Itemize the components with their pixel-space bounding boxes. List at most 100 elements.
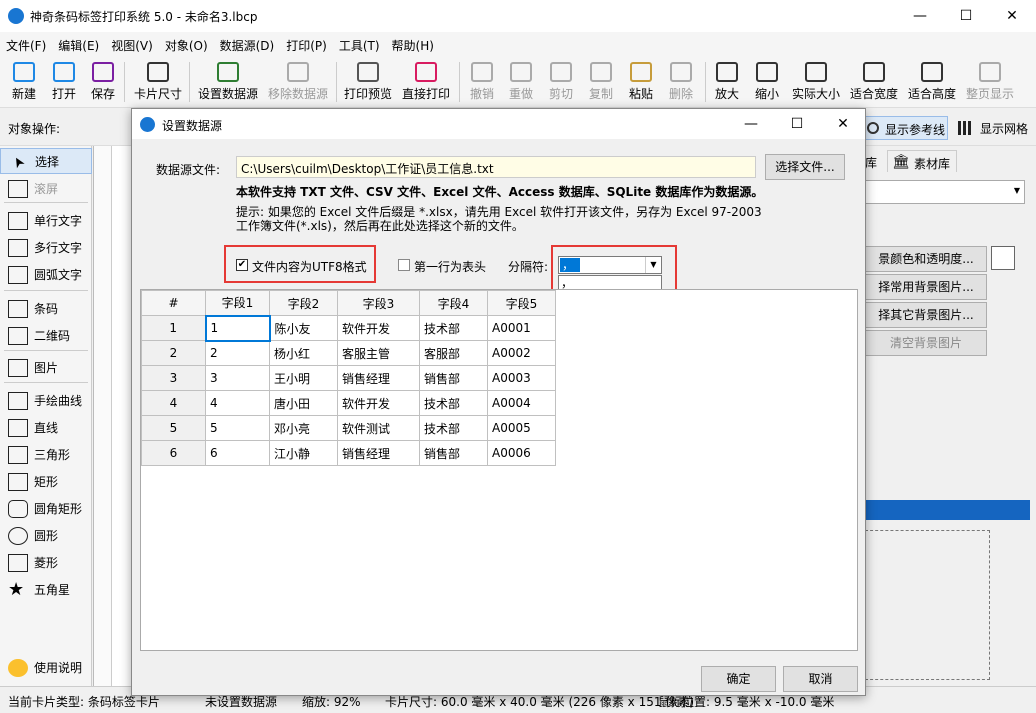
- utf8-checkbox[interactable]: ✔: [236, 259, 248, 271]
- tool-hand[interactable]: 滚屏: [0, 176, 92, 202]
- minimize-button[interactable]: —: [897, 0, 943, 32]
- menu-item[interactable]: 视图(V): [105, 32, 159, 59]
- table-row[interactable]: 5 5 邓小亮 软件测试 技术部 A0005: [141, 415, 556, 441]
- table-cell[interactable]: 6: [205, 440, 270, 466]
- toolbar-undo-button[interactable]: 撤销: [468, 60, 496, 106]
- tool-line[interactable]: 直线: [0, 415, 92, 441]
- library-tab[interactable]: 库: [865, 150, 885, 172]
- other-background-button[interactable]: 择其它背景图片...: [865, 302, 987, 328]
- table-cell[interactable]: 2: [205, 340, 270, 366]
- menu-item[interactable]: 打印(P): [280, 32, 333, 59]
- table-cell[interactable]: 技术部: [419, 315, 488, 341]
- table-cell[interactable]: 邓小亮: [269, 415, 338, 441]
- tool-barcode[interactable]: 条码: [0, 296, 92, 322]
- tool-rect[interactable]: 矩形: [0, 469, 92, 495]
- toolbar-delete-button[interactable]: 删除: [667, 60, 695, 106]
- table-cell[interactable]: 5: [205, 415, 270, 441]
- toolbar-cut-button[interactable]: 剪切: [547, 60, 575, 106]
- material-library-tab[interactable]: 🏛 素材库: [887, 150, 957, 172]
- toolbar-zoom-in-button[interactable]: 放大: [713, 60, 741, 106]
- tool-triangle[interactable]: 三角形: [0, 442, 92, 468]
- tool-image[interactable]: 图片: [0, 355, 92, 381]
- table-cell[interactable]: 江小静: [269, 440, 338, 466]
- toolbar-fit-width-button[interactable]: 适合宽度: [849, 60, 899, 106]
- table-cell[interactable]: 3: [205, 365, 270, 391]
- maximize-button[interactable]: ☐: [943, 0, 989, 32]
- toolbar-print-preview-button[interactable]: 打印预览: [343, 60, 393, 106]
- tool-pen[interactable]: 手绘曲线: [0, 388, 92, 414]
- column-header[interactable]: 字段4: [419, 290, 488, 316]
- table-cell[interactable]: 1: [204, 314, 271, 342]
- table-cell[interactable]: 陈小友: [269, 315, 338, 341]
- toolbar-fit-height-button[interactable]: 适合高度: [907, 60, 957, 106]
- first-row-header-checkbox[interactable]: [398, 259, 410, 271]
- menu-item[interactable]: 编辑(E): [52, 32, 105, 59]
- table-row[interactable]: 1 1 陈小友 软件开发 技术部 A0001: [141, 314, 556, 342]
- toolbar-paste-button[interactable]: 粘贴: [627, 60, 655, 106]
- data-preview-grid[interactable]: # 字段1 字段2 字段3 字段4 字段5 1 1 陈小友 软件开发 技术部 A0001 2 2 杨小红 客服…: [140, 289, 858, 651]
- table-cell[interactable]: 销售部: [419, 365, 488, 391]
- tool-star[interactable]: ★ 五角星: [0, 577, 92, 603]
- table-cell[interactable]: 客服部: [419, 340, 488, 366]
- toolbar-copy-button[interactable]: 复制: [587, 60, 615, 106]
- menu-item[interactable]: 对象(O): [159, 32, 214, 59]
- toolbar-redo-button[interactable]: 重做: [507, 60, 535, 106]
- tool-circle[interactable]: 圆形: [0, 523, 92, 549]
- cancel-button[interactable]: 取消: [783, 666, 858, 692]
- column-header[interactable]: #: [141, 290, 206, 316]
- table-cell[interactable]: 杨小红: [269, 340, 338, 366]
- menu-item[interactable]: 文件(F): [0, 32, 52, 59]
- toolbar-fit-page-button[interactable]: 整页显示: [965, 60, 1015, 106]
- table-cell[interactable]: A0002: [487, 340, 556, 366]
- show-grid-button[interactable]: 显示网格: [954, 116, 1034, 140]
- show-guides-button[interactable]: 显示参考线: [860, 116, 948, 140]
- table-cell[interactable]: 技术部: [419, 390, 488, 416]
- table-cell[interactable]: 4: [205, 390, 270, 416]
- separator-select[interactable]: ， ▼: [558, 256, 662, 274]
- background-color-button[interactable]: 景颜色和透明度...: [865, 246, 987, 272]
- table-cell[interactable]: A0001: [487, 315, 556, 341]
- tool-diamond[interactable]: 菱形: [0, 550, 92, 576]
- table-row[interactable]: 4 4 唐小田 软件开发 技术部 A0004: [141, 390, 556, 416]
- separator-option[interactable]: ，: [559, 276, 661, 290]
- table-cell[interactable]: 技术部: [419, 415, 488, 441]
- ok-button[interactable]: 确定: [701, 666, 776, 692]
- table-cell[interactable]: A0003: [487, 365, 556, 391]
- close-button[interactable]: ✕: [989, 0, 1035, 32]
- table-cell[interactable]: 销售部: [419, 440, 488, 466]
- toolbar-zoom-out-button[interactable]: 缩小: [753, 60, 781, 106]
- tool-arc-text[interactable]: 圆弧文字: [0, 262, 92, 288]
- table-cell[interactable]: A0004: [487, 390, 556, 416]
- dialog-maximize-button[interactable]: ☐: [774, 109, 820, 139]
- table-cell[interactable]: A0005: [487, 415, 556, 441]
- dialog-close-button[interactable]: ✕: [820, 109, 866, 139]
- tool-bulb[interactable]: 使用说明: [0, 655, 92, 681]
- color-swatch[interactable]: [991, 246, 1015, 270]
- table-cell[interactable]: 软件测试: [337, 415, 420, 441]
- design-canvas[interactable]: [93, 146, 135, 686]
- dialog-minimize-button[interactable]: —: [728, 109, 774, 139]
- menu-item[interactable]: 数据源(D): [214, 32, 281, 59]
- column-header[interactable]: 字段2: [269, 290, 338, 316]
- table-cell[interactable]: 销售经理: [337, 440, 420, 466]
- clear-background-button[interactable]: 清空背景图片: [865, 330, 987, 356]
- table-cell[interactable]: 客服主管: [337, 340, 420, 366]
- toolbar-set-datasource-button[interactable]: 设置数据源: [196, 60, 260, 106]
- choose-file-button[interactable]: 选择文件...: [765, 154, 845, 180]
- menu-item[interactable]: 工具(T): [333, 32, 386, 59]
- toolbar-card-size-button[interactable]: 卡片尺寸: [133, 60, 183, 106]
- table-cell[interactable]: A0006: [487, 440, 556, 466]
- common-background-button[interactable]: 择常用背景图片...: [865, 274, 987, 300]
- table-cell[interactable]: 软件开发: [337, 315, 420, 341]
- tool-qrcode[interactable]: 二维码: [0, 323, 92, 349]
- toolbar-print-button[interactable]: 直接打印: [401, 60, 451, 106]
- file-path-input[interactable]: C:\Users\cuilm\Desktop\工作证\员工信息.txt: [236, 156, 756, 178]
- tool-multiline-text[interactable]: 多行文字: [0, 235, 92, 261]
- toolbar-open-folder-button[interactable]: 打开: [50, 60, 78, 106]
- tool-round-rect[interactable]: 圆角矩形: [0, 496, 92, 522]
- column-header[interactable]: 字段3: [337, 290, 420, 316]
- toolbar-actual-size-button[interactable]: 实际大小: [790, 60, 842, 106]
- chevron-down-icon[interactable]: ▼: [645, 257, 661, 273]
- material-dropdown[interactable]: ▼: [865, 180, 1025, 204]
- tool-text[interactable]: 单行文字: [0, 208, 92, 234]
